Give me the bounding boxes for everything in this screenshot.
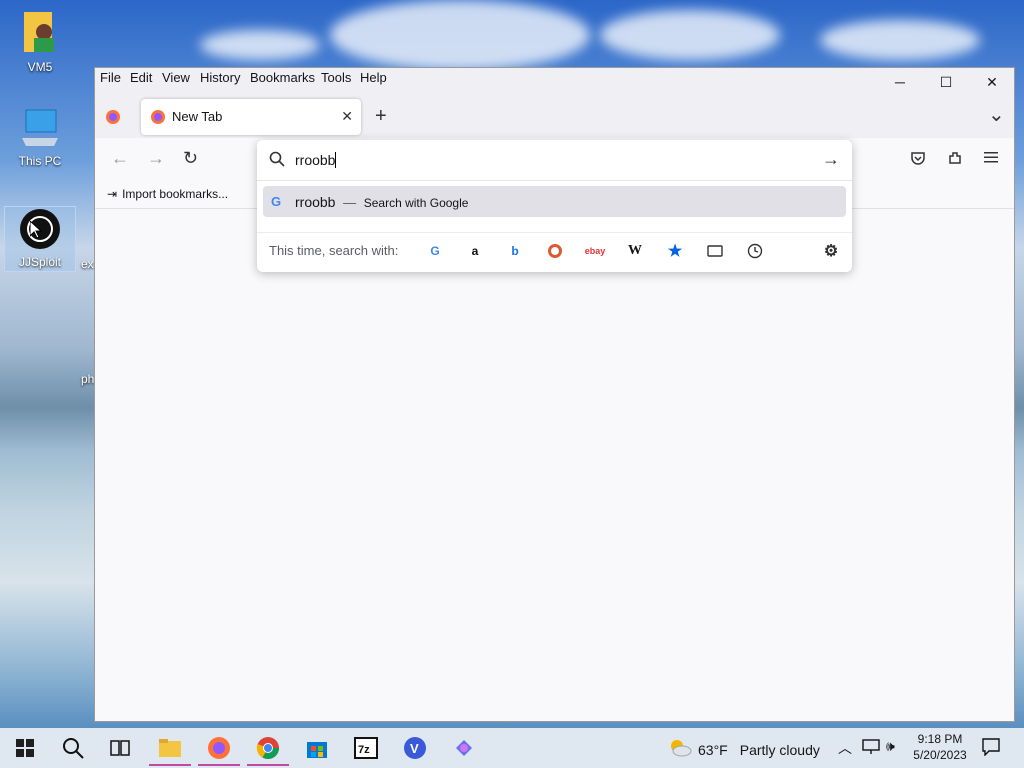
notifications-icon[interactable] bbox=[982, 738, 1000, 759]
windows-start-icon[interactable] bbox=[10, 734, 40, 762]
clock-date: 5/20/2023 bbox=[913, 748, 967, 762]
task-view-icon[interactable] bbox=[105, 734, 135, 762]
import-bookmarks-button[interactable]: ⇥ Import bookmarks... bbox=[107, 187, 228, 201]
search-icon[interactable] bbox=[58, 734, 88, 762]
history-clock-icon[interactable] bbox=[745, 241, 765, 261]
tabs-icon[interactable] bbox=[705, 241, 725, 261]
hamburger-menu-icon[interactable] bbox=[984, 150, 998, 167]
urlbar-input[interactable]: rroobb bbox=[295, 152, 337, 168]
suggestion-query: rroobb bbox=[295, 194, 336, 210]
7zip-taskbar-icon[interactable]: 7z bbox=[351, 734, 381, 762]
search-icon bbox=[269, 151, 285, 170]
forward-arrow-icon[interactable]: → bbox=[147, 148, 165, 169]
menu-tools[interactable]: Tools bbox=[321, 70, 351, 85]
mouse-cursor-icon bbox=[29, 219, 43, 242]
desktop-icon-label: JJSploit bbox=[18, 255, 62, 269]
back-arrow-icon[interactable]: ← bbox=[111, 148, 129, 169]
go-arrow-icon[interactable]: → bbox=[822, 149, 840, 170]
reload-icon[interactable]: ↻ bbox=[183, 148, 198, 169]
google-engine-icon[interactable]: G bbox=[425, 241, 445, 261]
search-with-label: This time, search with: bbox=[269, 243, 399, 258]
file-explorer-icon[interactable] bbox=[149, 734, 191, 766]
import-bookmarks-label: Import bookmarks... bbox=[122, 187, 229, 201]
chrome-taskbar-icon[interactable] bbox=[247, 734, 289, 766]
active-indicator bbox=[247, 764, 289, 766]
menu-view[interactable]: View bbox=[162, 70, 190, 85]
network-icon[interactable] bbox=[862, 739, 880, 758]
taskbar: 7z V 63°F Partly cloudy ︿ 🕪 9:18 PM 5/20… bbox=[0, 728, 1024, 768]
tab-close-icon[interactable]: ✕ bbox=[341, 108, 353, 125]
text-caret bbox=[335, 152, 337, 168]
suggestion-action: Search with Google bbox=[363, 196, 469, 210]
firefox-favicon-icon bbox=[150, 109, 166, 128]
weather-condition: Partly cloudy bbox=[739, 741, 820, 758]
tab-title: New Tab bbox=[172, 109, 223, 124]
menu-bookmarks[interactable]: Bookmarks bbox=[250, 70, 315, 85]
tab-new-tab[interactable]: New Tab ✕ bbox=[141, 99, 361, 135]
svg-text:V: V bbox=[410, 741, 419, 756]
firefox-taskbar-icon[interactable] bbox=[198, 734, 240, 766]
firefox-view-icon[interactable] bbox=[105, 109, 121, 128]
search-engine-row: This time, search with: G a b ebay W ★ ⚙ bbox=[257, 232, 852, 269]
import-icon: ⇥ bbox=[107, 187, 118, 201]
suggestion-row[interactable]: G rroobb — Search with Google bbox=[263, 186, 846, 217]
suggestion-separator: — bbox=[343, 195, 357, 210]
desktop-icon-this-pc[interactable]: This PC bbox=[4, 108, 76, 168]
clock[interactable]: 9:18 PM 5/20/2023 bbox=[910, 731, 970, 763]
partly-cloudy-icon bbox=[668, 738, 692, 761]
copilot-taskbar-icon[interactable] bbox=[449, 734, 479, 762]
search-settings-gear-icon[interactable]: ⚙ bbox=[821, 241, 841, 261]
pocket-icon[interactable] bbox=[910, 150, 926, 169]
desktop-icon-label: This PC bbox=[18, 154, 62, 168]
bookmarks-star-icon[interactable]: ★ bbox=[665, 241, 685, 261]
volume-icon[interactable]: 🕪 bbox=[886, 738, 895, 755]
wikipedia-engine-icon[interactable]: W bbox=[625, 241, 645, 261]
menu-file[interactable]: File bbox=[100, 70, 121, 85]
store-taskbar-icon[interactable] bbox=[302, 734, 332, 762]
menu-edit[interactable]: Edit bbox=[130, 70, 152, 85]
desktop-partial-label: ph bbox=[81, 372, 95, 386]
ebay-engine-icon[interactable]: ebay bbox=[585, 241, 606, 261]
urlbar-popup: rroobb → G rroobb — Search with Google T… bbox=[257, 140, 852, 272]
list-all-tabs-button[interactable]: ⌄ bbox=[988, 102, 1005, 127]
menu-help[interactable]: Help bbox=[360, 70, 387, 85]
desktop-icon-label: VM5 bbox=[27, 60, 53, 74]
computer-icon bbox=[20, 108, 60, 150]
bing-engine-icon[interactable]: b bbox=[505, 241, 525, 261]
weather-widget[interactable]: 63°F Partly cloudy bbox=[668, 738, 820, 761]
extensions-icon[interactable] bbox=[947, 150, 963, 169]
menu-history[interactable]: History bbox=[200, 70, 240, 85]
active-indicator bbox=[198, 764, 240, 766]
folder-user-icon bbox=[20, 8, 60, 56]
v-app-taskbar-icon[interactable]: V bbox=[400, 734, 430, 762]
tab-bar: New Tab ✕ + ⌄ bbox=[95, 88, 1014, 138]
new-tab-button[interactable]: + bbox=[375, 105, 387, 128]
urlbar[interactable]: rroobb → bbox=[257, 140, 852, 181]
weather-temp: 63°F bbox=[698, 741, 728, 758]
active-indicator bbox=[149, 764, 191, 766]
amazon-engine-icon[interactable]: a bbox=[465, 241, 485, 261]
google-icon: G bbox=[271, 194, 282, 209]
svg-text:7z: 7z bbox=[358, 744, 370, 756]
duckduckgo-engine-icon[interactable] bbox=[545, 241, 565, 261]
chevron-up-icon[interactable]: ︿ bbox=[838, 738, 852, 758]
desktop-icon-vm5[interactable]: VM5 bbox=[4, 8, 76, 74]
clock-time: 9:18 PM bbox=[917, 732, 963, 746]
page-content bbox=[95, 209, 1014, 721]
desktop-partial-label: ex bbox=[81, 257, 94, 271]
